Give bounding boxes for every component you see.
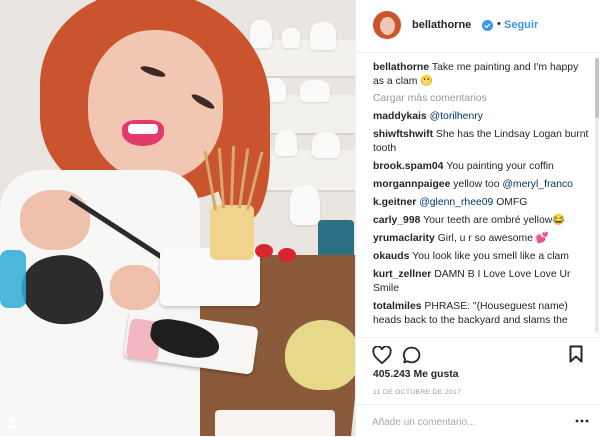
brush-holder bbox=[210, 205, 254, 260]
caption: bellathorne Take me painting and I'm hap… bbox=[373, 61, 591, 89]
comment-mention[interactable]: @torilhenry bbox=[430, 111, 483, 122]
comment-username[interactable]: kurt_zellner bbox=[373, 269, 434, 280]
add-comment-bar bbox=[356, 404, 600, 437]
comment-item: maddykais @torilhenry bbox=[373, 110, 591, 124]
comment-text: Girl, u r so awesome 💕 bbox=[437, 233, 549, 244]
user-tag-icon[interactable] bbox=[6, 416, 18, 429]
likes-count[interactable]: 405.243 Me gusta bbox=[373, 369, 458, 380]
pottery bbox=[310, 22, 336, 50]
comment-username[interactable]: brook.spam04 bbox=[373, 161, 446, 172]
comment-item: okauds You look like you smell like a cl… bbox=[373, 250, 591, 264]
pottery bbox=[290, 185, 320, 225]
bookmark-icon[interactable] bbox=[569, 345, 583, 363]
comment-item: totalmiles PHRASE: "(Houseguest name) he… bbox=[373, 300, 591, 328]
comment-username[interactable]: k.geitner bbox=[373, 197, 419, 208]
post-sidebar: bellathorne • Seguir bellathorne Take me… bbox=[355, 0, 600, 436]
pottery bbox=[282, 28, 300, 48]
post-photo[interactable] bbox=[0, 0, 355, 436]
comment-username[interactable]: morgannpaigee bbox=[373, 179, 453, 190]
bracelet bbox=[0, 250, 26, 308]
comment-text: OMFG bbox=[493, 197, 528, 208]
hand bbox=[20, 190, 90, 250]
avatar[interactable] bbox=[373, 11, 401, 39]
painted-bowl bbox=[285, 320, 355, 390]
comment-item: yrumaclarity Girl, u r so awesome 💕 bbox=[373, 232, 591, 246]
comment-username[interactable]: maddykais bbox=[373, 111, 430, 122]
comment-bubble-icon[interactable] bbox=[402, 346, 422, 364]
comment-item: shiwftshwift She has the Lindsay Logan b… bbox=[373, 128, 591, 156]
comment-username[interactable]: yrumaclarity bbox=[373, 233, 438, 244]
post-date[interactable]: 11 DE OCTUBRE DE 2017 bbox=[373, 389, 461, 396]
action-bar bbox=[356, 337, 600, 370]
pottery bbox=[312, 132, 340, 158]
comment-text: You look like you smell like a clam bbox=[412, 251, 569, 262]
verified-badge-icon bbox=[482, 20, 493, 31]
caption-username[interactable]: bellathorne bbox=[373, 62, 432, 73]
comment-text: Your teeth are ombré yellow😂 bbox=[423, 215, 566, 226]
comments-list: bellathorne Take me painting and I'm hap… bbox=[373, 61, 591, 335]
pottery bbox=[250, 20, 272, 48]
pottery bbox=[300, 80, 330, 102]
comment-input[interactable] bbox=[372, 414, 572, 430]
comment-item: carly_998 Your teeth are ombré yellow😂 bbox=[373, 214, 591, 228]
follow-button[interactable]: Seguir bbox=[504, 19, 538, 31]
comment-username[interactable]: okauds bbox=[373, 251, 412, 262]
comment-username[interactable]: totalmiles bbox=[373, 301, 424, 312]
comments-scrollbar[interactable] bbox=[595, 58, 599, 333]
post-header: bellathorne • Seguir bbox=[356, 0, 600, 53]
comment-item: morgannpaigee yellow too @meryl_franco bbox=[373, 178, 591, 192]
pottery bbox=[275, 130, 297, 156]
sunglasses bbox=[278, 248, 296, 262]
comment-item: brook.spam04 You painting your coffin bbox=[373, 160, 591, 174]
comment-item: k.geitner @glenn_rhee09 OMFG bbox=[373, 196, 591, 210]
heart-icon[interactable] bbox=[372, 346, 392, 364]
ceramic-dish bbox=[215, 410, 335, 436]
header-username[interactable]: bellathorne bbox=[412, 19, 471, 31]
separator-dot: • bbox=[497, 18, 501, 30]
comment-mention[interactable]: @meryl_franco bbox=[502, 179, 573, 190]
load-more-comments-link[interactable]: Cargar más comentarios bbox=[373, 93, 591, 104]
comment-text: yellow too bbox=[453, 179, 503, 190]
comment-username[interactable]: carly_998 bbox=[373, 215, 423, 226]
more-options-icon[interactable] bbox=[575, 418, 589, 424]
scrollbar-thumb[interactable] bbox=[595, 58, 599, 118]
comment-item: kurt_zellner DAMN B I Love Love Love Ur … bbox=[373, 268, 591, 296]
comment-text: You painting your coffin bbox=[446, 161, 554, 172]
comment-mention[interactable]: @glenn_rhee09 bbox=[419, 197, 493, 208]
hand bbox=[110, 265, 160, 310]
instagram-post: bellathorne • Seguir bellathorne Take me… bbox=[0, 0, 600, 436]
sunglasses bbox=[255, 244, 273, 258]
teeth bbox=[128, 124, 158, 134]
comment-username[interactable]: shiwftshwift bbox=[373, 129, 436, 140]
